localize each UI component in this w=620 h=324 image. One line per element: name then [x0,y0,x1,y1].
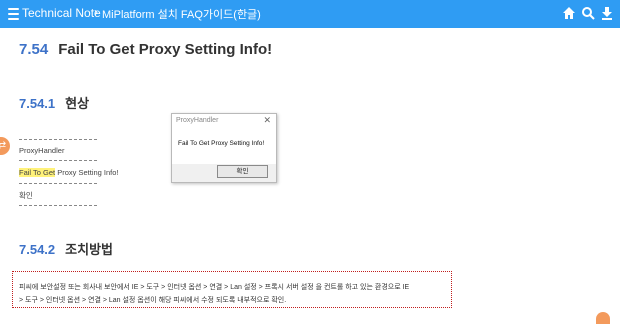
message-body: Fail To Get Proxy Setting Info! [19,168,119,177]
breadcrumb-separator: › [94,5,98,19]
breadcrumb[interactable]: MiPlatform 설치 FAQ가이드(한글) [102,6,261,22]
menu-icon[interactable] [8,8,19,20]
message-button-text: 확인 [19,191,33,200]
home-icon[interactable] [562,6,576,20]
subsection-title: 조치방법 [65,242,113,257]
dashed-divider [19,183,97,184]
subsection-title: 현상 [65,96,90,111]
download-icon[interactable] [600,6,614,20]
solution-notice-box: 피씨에 보안설정 또는 회사내 보안에서 IE > 도구 > 인터넷 옵션 > … [12,271,452,308]
dialog-title: ProxyHandler [176,117,219,124]
subsection-number: 7.54.2 [19,242,56,257]
notice-line: > 도구 > 인터넷 옵션 > 연결 > Lan 설정 옵션이 해당 피씨에서 … [19,297,287,304]
dashed-divider [19,160,97,161]
side-expand-tab[interactable]: ⇄ [0,137,10,155]
notice-line: 피씨에 보안설정 또는 회사내 보안에서 IE > 도구 > 인터넷 옵션 > … [19,284,410,291]
subsection-heading-symptom: 7.54.1 현상 [19,93,89,112]
ok-button[interactable]: 확인 [217,165,268,178]
search-icon[interactable] [581,6,595,20]
highlighted-text: Fail To Get [19,168,56,177]
scroll-top-tab[interactable] [596,312,610,324]
top-bar: Technical Note › MiPlatform 설치 FAQ가이드(한글… [0,0,620,28]
dashed-divider [19,139,97,140]
message-title: ProxyHandler [19,146,65,155]
section-heading: 7.54 Fail To Get Proxy Setting Info! [19,41,272,58]
dialog-footer: 확인 [172,164,276,182]
top-bar-icons [562,6,614,20]
dialog-message: Fail To Get Proxy Setting Info! [178,140,265,147]
section-title: Fail To Get Proxy Setting Info! [58,41,273,58]
dashed-divider [19,205,97,206]
close-icon[interactable]: ✕ [263,115,271,126]
subsection-heading-solution: 7.54.2 조치방법 [19,239,113,258]
subsection-number: 7.54.1 [19,96,56,111]
section-number: 7.54 [19,41,49,58]
app-title[interactable]: Technical Note [22,6,101,20]
proxy-handler-dialog: ProxyHandler ✕ Fail To Get Proxy Setting… [171,113,277,183]
